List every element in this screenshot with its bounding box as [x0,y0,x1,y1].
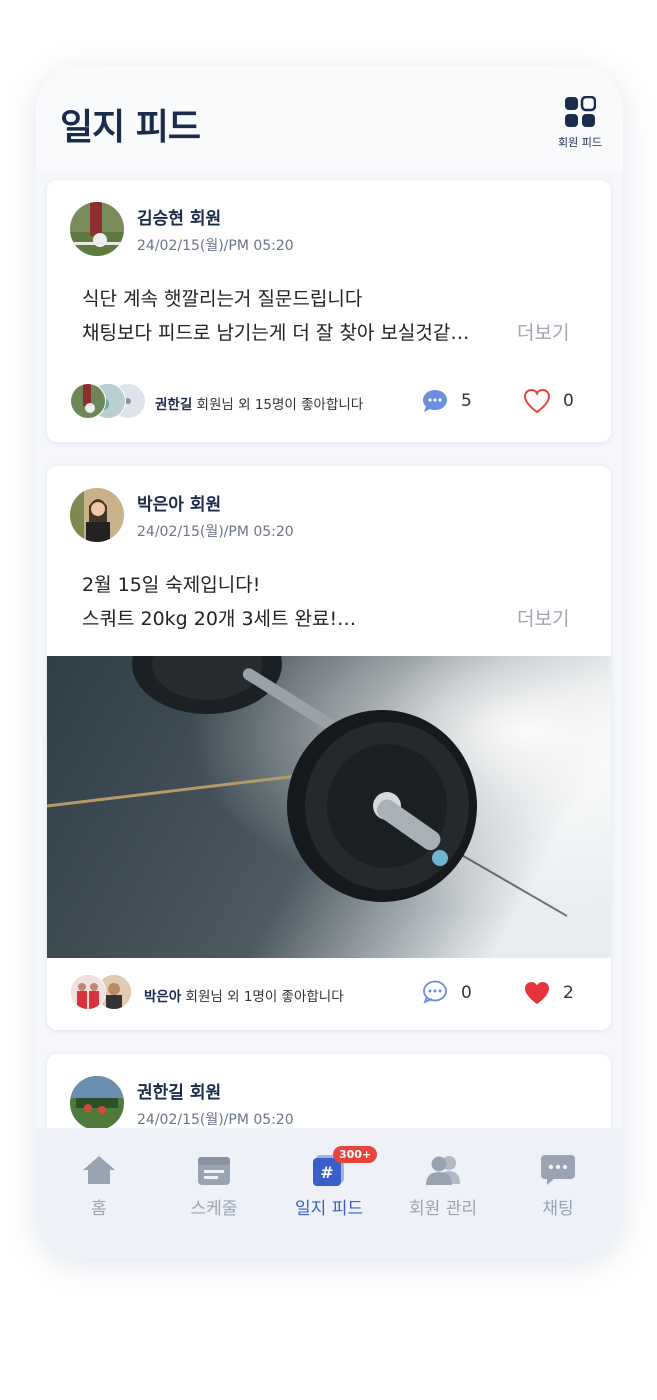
likes-summary: 권한길 회원님 외 15명이 좋아합니다 [155,393,363,413]
post-photo[interactable] [47,656,611,958]
post-date: 24/02/15(월)/PM 05:20 [137,1112,294,1128]
likes-suffix: 회원님 외 15명이 좋아합니다 [192,397,364,413]
nav-label: 일지 피드 [295,1199,363,1219]
heart-filled-icon[interactable] [523,980,551,1006]
comment-count: 0 [461,983,472,1003]
comment-outline-icon[interactable] [422,980,448,1004]
post-text-line: 식단 계속 햇깔리는거 질문드립니다 [82,288,363,310]
post-text-line: 스쿼트 20kg 20개 3세트 완료!… [82,608,357,630]
notification-badge: 300+ [333,1146,378,1163]
grid-icon [565,96,596,127]
post-text-line: 채팅보다 피드로 남기는게 더 잘 찾아 보실것같… [82,322,470,344]
nav-label: 채팅 [542,1199,574,1219]
members-icon [426,1156,460,1185]
post-author[interactable]: 박은아 회원 [137,490,221,515]
likes-summary: 박은아 회원님 외 1명이 좋아합니다 [144,985,344,1005]
header: 일지 피드 회원 피드 [36,66,623,170]
post-author[interactable]: 권한길 회원 [137,1078,221,1103]
calendar-icon [198,1157,230,1185]
member-feed-button[interactable]: 회원 피드 [555,96,605,150]
likes-suffix: 회원님 외 1명이 좋아합니다 [181,989,344,1005]
home-icon [83,1156,115,1184]
heart-count: 2 [563,983,574,1003]
avatar [70,488,124,542]
liker-avatars[interactable] [70,974,140,1010]
nav-item-home[interactable]: 홈 [49,1154,149,1219]
chat-icon [541,1155,575,1185]
page-title: 일지 피드 [60,107,201,148]
heart-count: 0 [563,391,574,411]
read-more-link[interactable]: 더보기 [517,318,569,345]
nav-label: 홈 [91,1199,107,1219]
heart-outline-icon[interactable] [523,388,551,414]
feed-post[interactable]: 박은아 회원 24/02/15(월)/PM 05:20 2월 15일 숙제입니다… [47,466,611,1030]
avatar [70,1076,124,1130]
svg-text:#: # [320,1163,333,1182]
member-feed-label: 회원 피드 [558,136,602,149]
bottom-nav: 홈 스케줄 # 300+ 일지 피드 회원 관리 채팅 [36,1128,623,1258]
nav-item-diary-feed[interactable]: # 300+ 일지 피드 [279,1146,379,1219]
liker-avatar [70,383,106,419]
post-author[interactable]: 김승현 회원 [137,204,221,229]
liker-avatar [70,974,106,1010]
avatar [70,202,124,256]
comment-count: 5 [461,391,472,411]
nav-item-schedule[interactable]: 스케줄 [164,1154,264,1219]
nav-label: 스케줄 [190,1199,238,1219]
liker-name: 권한길 [155,397,193,413]
post-text-line: 2월 15일 숙제입니다! [82,574,261,596]
read-more-link[interactable]: 더보기 [517,604,569,631]
liker-avatars[interactable] [70,383,150,419]
post-date: 24/02/15(월)/PM 05:20 [137,524,294,540]
nav-item-members[interactable]: 회원 관리 [393,1154,493,1219]
feed-post[interactable]: 김승현 회원 24/02/15(월)/PM 05:20 식단 계속 햇깔리는거 … [47,180,611,442]
nav-item-chat[interactable]: 채팅 [508,1154,608,1219]
liker-name: 박은아 [144,989,182,1005]
phone-frame: 일지 피드 회원 피드 김승현 회원 24/02/15(월)/PM 05:20 … [36,66,623,1258]
comment-icon[interactable] [422,389,448,413]
post-date: 24/02/15(월)/PM 05:20 [137,238,294,254]
nav-label: 회원 관리 [409,1199,477,1219]
